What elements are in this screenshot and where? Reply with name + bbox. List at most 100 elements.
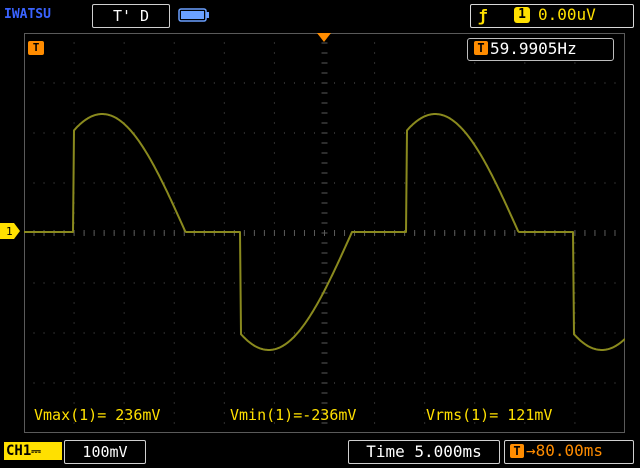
grid-dot: [374, 52, 376, 54]
channel-1-ground-marker[interactable]: 1: [0, 223, 20, 239]
grid-dot: [414, 282, 416, 284]
grid-dot: [474, 33, 476, 34]
grid-dot: [524, 302, 526, 304]
grid-dot: [474, 102, 476, 104]
grid-dot: [544, 132, 546, 134]
grid-dot: [263, 382, 265, 384]
grid-dot: [193, 132, 195, 134]
grid-dot: [414, 182, 416, 184]
grid-dot: [374, 282, 376, 284]
grid-dot: [364, 82, 366, 84]
timebase[interactable]: Time 5.000ms: [348, 440, 500, 464]
grid-dot: [53, 82, 55, 84]
grid-dot: [424, 192, 426, 194]
grid-dot: [133, 332, 135, 334]
grid-dot: [474, 302, 476, 304]
grid-dot: [243, 282, 245, 284]
grid-dot: [474, 272, 476, 274]
grid-dot: [73, 332, 75, 334]
channel-1-label[interactable]: CH1⎓: [4, 442, 62, 460]
grid-dot: [334, 382, 336, 384]
grid-dot: [223, 62, 225, 64]
grid-dot: [273, 142, 275, 144]
grid-dot: [223, 172, 225, 174]
volts-per-div[interactable]: 100mV: [64, 440, 146, 464]
grid-dot: [574, 62, 576, 64]
grid-dot: [173, 132, 175, 134]
grid-dot: [374, 372, 376, 374]
grid-dot: [374, 62, 376, 64]
grid-dot: [173, 52, 175, 54]
grid-dot: [574, 122, 576, 124]
grid-dot: [223, 192, 225, 194]
grid-dot: [524, 322, 526, 324]
grid-dot: [273, 342, 275, 344]
grid-dot: [354, 282, 356, 284]
grid-dot: [604, 132, 606, 134]
grid-dot: [223, 362, 225, 364]
grid-dot: [223, 142, 225, 144]
trigger-source: 1: [514, 7, 530, 23]
grid-dot: [273, 392, 275, 394]
waveform-display[interactable]: [24, 33, 625, 433]
grid-dot: [223, 33, 225, 34]
grid-dot: [143, 332, 145, 334]
grid-dot: [554, 132, 556, 134]
grid-dot: [394, 132, 396, 134]
grid-dot: [504, 132, 506, 134]
grid-dot: [243, 332, 245, 334]
grid-dot: [203, 182, 205, 184]
grid-dot: [444, 282, 446, 284]
grid-dot: [544, 382, 546, 384]
grid-dot: [163, 132, 165, 134]
grid-dot: [73, 242, 75, 244]
grid-dot: [374, 152, 376, 154]
grid-dot: [574, 262, 576, 264]
grid-dot: [223, 182, 225, 184]
grid-dot: [123, 222, 125, 224]
grid-dot: [414, 82, 416, 84]
grid-dot: [364, 182, 366, 184]
grid-dot: [153, 282, 155, 284]
grid-dot: [93, 382, 95, 384]
grid-dot: [253, 82, 255, 84]
grid-dot: [374, 182, 376, 184]
grid-dot: [474, 372, 476, 374]
channel-1-name: CH1: [6, 443, 32, 459]
grid-dot: [73, 372, 75, 374]
grid-dot: [53, 382, 55, 384]
grid-dot: [384, 332, 386, 334]
grid-dot: [474, 292, 476, 294]
grid-dot: [223, 422, 225, 424]
grid-dot: [223, 132, 225, 134]
grid-dot: [484, 132, 486, 134]
grid-dot: [564, 182, 566, 184]
grid-dot: [344, 382, 346, 384]
grid-dot: [233, 382, 235, 384]
grid-dot: [574, 92, 576, 94]
grid-dot: [173, 402, 175, 404]
grid-dot: [344, 182, 346, 184]
grid-dot: [53, 132, 55, 134]
grid-dot: [514, 332, 516, 334]
grid-dot: [424, 122, 426, 124]
grid-dot: [153, 382, 155, 384]
grid-dot: [474, 262, 476, 264]
grid-dot: [334, 182, 336, 184]
grid-dot: [313, 82, 315, 84]
grid-dot: [173, 292, 175, 294]
grid-dot: [173, 392, 175, 394]
grid-dot: [494, 132, 496, 134]
grid-dot: [374, 192, 376, 194]
grid-dot: [494, 282, 496, 284]
grid-dot: [434, 282, 436, 284]
grid-dot: [173, 62, 175, 64]
grid-dot: [574, 132, 576, 134]
grid-dot: [424, 282, 426, 284]
grid-dot: [123, 52, 125, 54]
grid-dot: [123, 362, 125, 364]
grid-dot: [514, 282, 516, 284]
grid-dot: [223, 272, 225, 274]
grid-dot: [223, 242, 225, 244]
grid-dot: [113, 382, 115, 384]
